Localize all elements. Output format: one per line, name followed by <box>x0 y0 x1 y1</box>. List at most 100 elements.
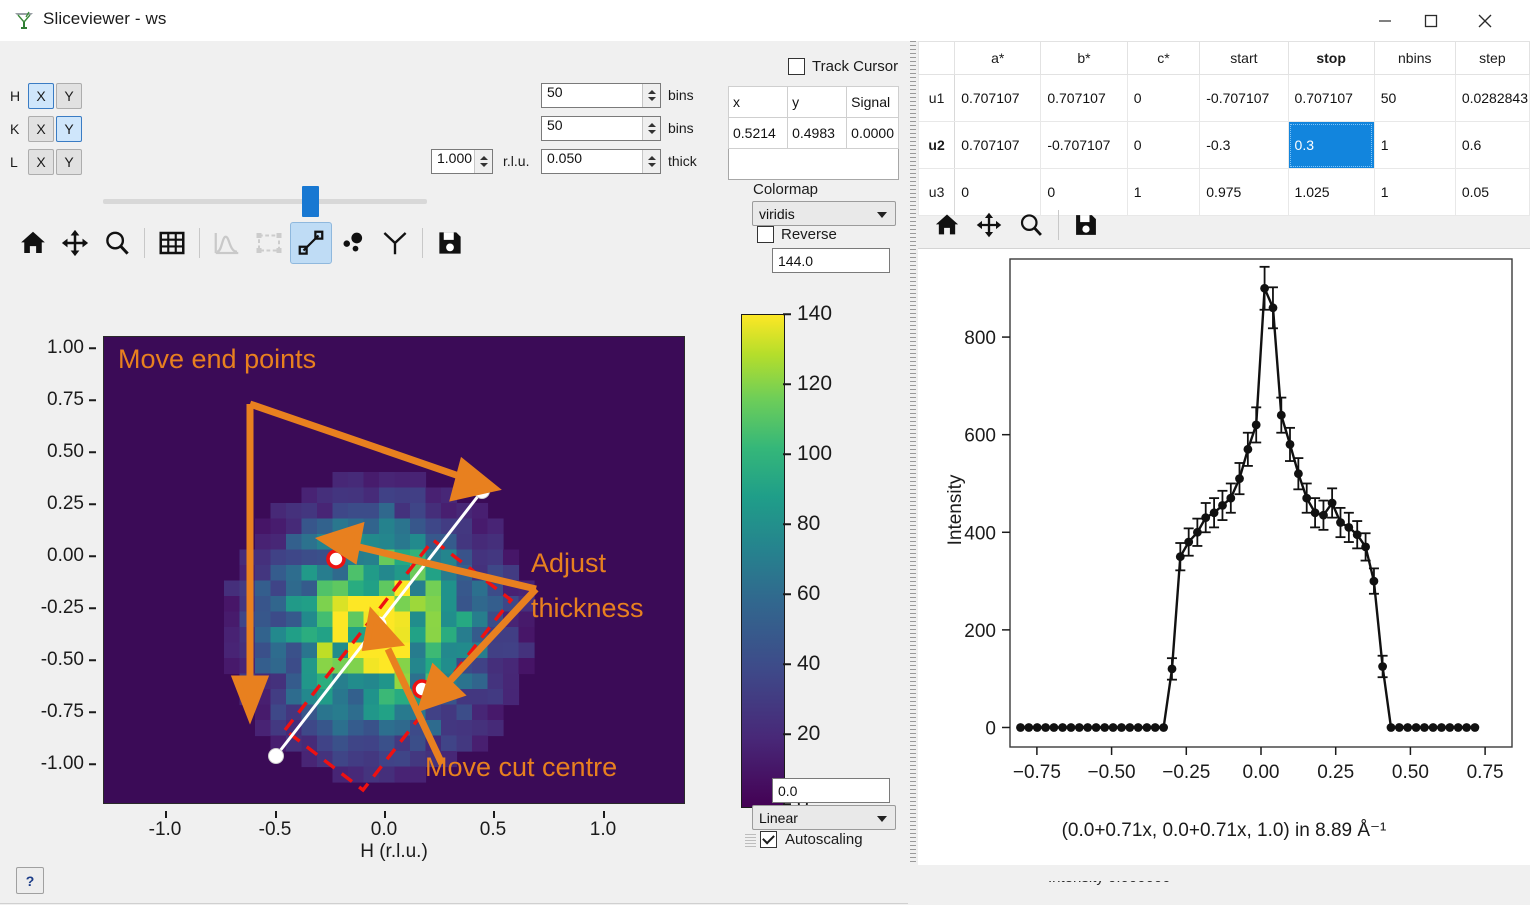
colormap-select[interactable]: viridis <box>752 201 896 226</box>
col-header-bstar[interactable]: b* <box>1041 42 1127 75</box>
l-slider-track[interactable] <box>103 199 427 204</box>
u3-start[interactable]: 0.975 <box>1200 169 1288 216</box>
dimension-h-x-button[interactable]: X <box>28 83 54 109</box>
slice-x-axis-title: H (r.l.u.) <box>103 841 685 863</box>
l-slider-handle[interactable] <box>302 186 319 217</box>
peaks-overlay-icon[interactable] <box>332 222 374 264</box>
u2-bstar[interactable]: -0.707107 <box>1041 122 1127 169</box>
thickness-spinner[interactable]: 0.050 <box>541 149 661 174</box>
minimize-button[interactable] <box>1362 0 1408 41</box>
col-header-cstar[interactable]: c* <box>1127 42 1200 75</box>
col-header-astar[interactable]: a* <box>955 42 1041 75</box>
reverse-box[interactable] <box>757 226 774 243</box>
dimension-l-x-button[interactable]: X <box>28 149 54 175</box>
track-cursor-checkbox[interactable]: Track Cursor <box>788 58 898 75</box>
region-select-icon[interactable] <box>248 222 290 264</box>
u1-start[interactable]: -0.707107 <box>1200 75 1288 122</box>
panel-splitter[interactable] <box>908 41 918 864</box>
u2-stop[interactable]: 0.3 <box>1288 122 1374 169</box>
pan-icon[interactable] <box>54 222 96 264</box>
col-header-stop[interactable]: stop <box>1288 42 1374 75</box>
drag-handle[interactable] <box>745 834 756 847</box>
h-bins-value[interactable]: 50 <box>542 84 642 107</box>
colorbar <box>741 314 785 808</box>
u2-nbins[interactable]: 1 <box>1374 122 1455 169</box>
thickness-value[interactable]: 0.050 <box>542 150 642 173</box>
l-value-spinner[interactable]: 1.000 <box>431 149 493 174</box>
u2-cstar[interactable]: 0 <box>1127 122 1200 169</box>
svg-text:0: 0 <box>985 718 996 739</box>
u1-nbins[interactable]: 50 <box>1374 75 1455 122</box>
dimension-label-l: L <box>10 154 26 170</box>
home-icon[interactable] <box>926 204 968 246</box>
u2-start[interactable]: -0.3 <box>1200 122 1288 169</box>
colorbar-tick-label: 80 <box>797 512 820 536</box>
zoom-icon[interactable] <box>1010 204 1052 246</box>
u3-cstar[interactable]: 1 <box>1127 169 1200 216</box>
h-bins-stepper[interactable] <box>642 84 660 107</box>
svg-text:400: 400 <box>964 523 996 544</box>
grid-icon[interactable] <box>151 222 193 264</box>
colormap-min-input[interactable]: 0.0 <box>772 778 890 803</box>
u1-cstar[interactable]: 0 <box>1127 75 1200 122</box>
track-cursor-box[interactable] <box>788 58 805 75</box>
u1-astar[interactable]: 0.707107 <box>955 75 1041 122</box>
line-cut-icon[interactable] <box>290 222 332 264</box>
table-row[interactable]: u1 0.707107 0.707107 0 -0.707107 0.70710… <box>919 75 1530 122</box>
maximize-button[interactable] <box>1408 0 1454 41</box>
row-header-u1[interactable]: u1 <box>919 75 955 122</box>
autoscaling-box[interactable] <box>760 831 777 848</box>
svg-text:0.50: 0.50 <box>1392 762 1429 783</box>
col-header-nbins[interactable]: nbins <box>1374 42 1455 75</box>
nonorthogonal-axes-icon[interactable] <box>374 222 416 264</box>
col-header-start[interactable]: start <box>1200 42 1288 75</box>
k-bins-stepper[interactable] <box>642 117 660 140</box>
save-icon[interactable] <box>429 222 471 264</box>
cursor-value-x: 0.5214 <box>729 118 788 149</box>
autoscaling-checkbox[interactable]: Autoscaling <box>760 831 863 848</box>
peak-curve-icon[interactable] <box>206 222 248 264</box>
thickness-stepper[interactable] <box>642 150 660 173</box>
slice-x-tick-label: 1.0 <box>590 819 616 841</box>
l-value[interactable]: 1.000 <box>432 150 474 173</box>
svg-text:−0.50: −0.50 <box>1088 762 1136 783</box>
cut-dimension-table[interactable]: a* b* c* start stop nbins step u1 0.7071… <box>918 41 1530 216</box>
cut-plot-area[interactable]: 0200400600800−0.75−0.50−0.250.000.250.50… <box>918 248 1530 865</box>
dimension-k-y-button[interactable]: Y <box>56 116 82 142</box>
scale-select[interactable]: Linear <box>752 805 896 830</box>
u3-step[interactable]: 0.05 <box>1455 169 1529 216</box>
u2-astar[interactable]: 0.707107 <box>955 122 1041 169</box>
pan-icon[interactable] <box>968 204 1010 246</box>
close-button[interactable] <box>1462 0 1508 41</box>
reverse-checkbox[interactable]: Reverse <box>757 226 837 243</box>
u3-stop[interactable]: 1.025 <box>1288 169 1374 216</box>
save-icon[interactable] <box>1065 204 1107 246</box>
slice-x-tick-label: 0.5 <box>480 819 506 841</box>
help-button[interactable]: ? <box>16 867 44 894</box>
dimension-k-x-button[interactable]: X <box>28 116 54 142</box>
col-header-step[interactable]: step <box>1455 42 1529 75</box>
u3-nbins[interactable]: 1 <box>1374 169 1455 216</box>
sliceviewer-icon <box>12 9 36 33</box>
svg-text:0.75: 0.75 <box>1467 762 1504 783</box>
u1-step[interactable]: 0.0282843 <box>1455 75 1529 122</box>
dimension-l-y-button[interactable]: Y <box>56 149 82 175</box>
chevron-down-icon <box>877 212 887 218</box>
u2-step[interactable]: 0.6 <box>1455 122 1529 169</box>
table-row: 0.5214 0.4983 0.0000 <box>729 118 899 149</box>
h-bins-spinner[interactable]: 50 <box>541 83 661 108</box>
zoom-icon[interactable] <box>96 222 138 264</box>
u1-bstar[interactable]: 0.707107 <box>1041 75 1127 122</box>
slice-y-tick-label: -1.00 <box>41 753 84 775</box>
dimension-h-y-button[interactable]: Y <box>56 83 82 109</box>
row-header-u2[interactable]: u2 <box>919 122 955 169</box>
u1-stop[interactable]: 0.707107 <box>1288 75 1374 122</box>
k-bins-value[interactable]: 50 <box>542 117 642 140</box>
table-row[interactable]: u2 0.707107 -0.707107 0 -0.3 0.3 1 0.6 <box>919 122 1530 169</box>
home-icon[interactable] <box>12 222 54 264</box>
l-value-stepper[interactable] <box>474 150 492 173</box>
slice-plot-toolbar <box>12 221 471 265</box>
cut-y-axis-title: Intensity <box>945 450 967 570</box>
k-bins-spinner[interactable]: 50 <box>541 116 661 141</box>
colormap-max-input[interactable]: 144.0 <box>772 248 890 273</box>
